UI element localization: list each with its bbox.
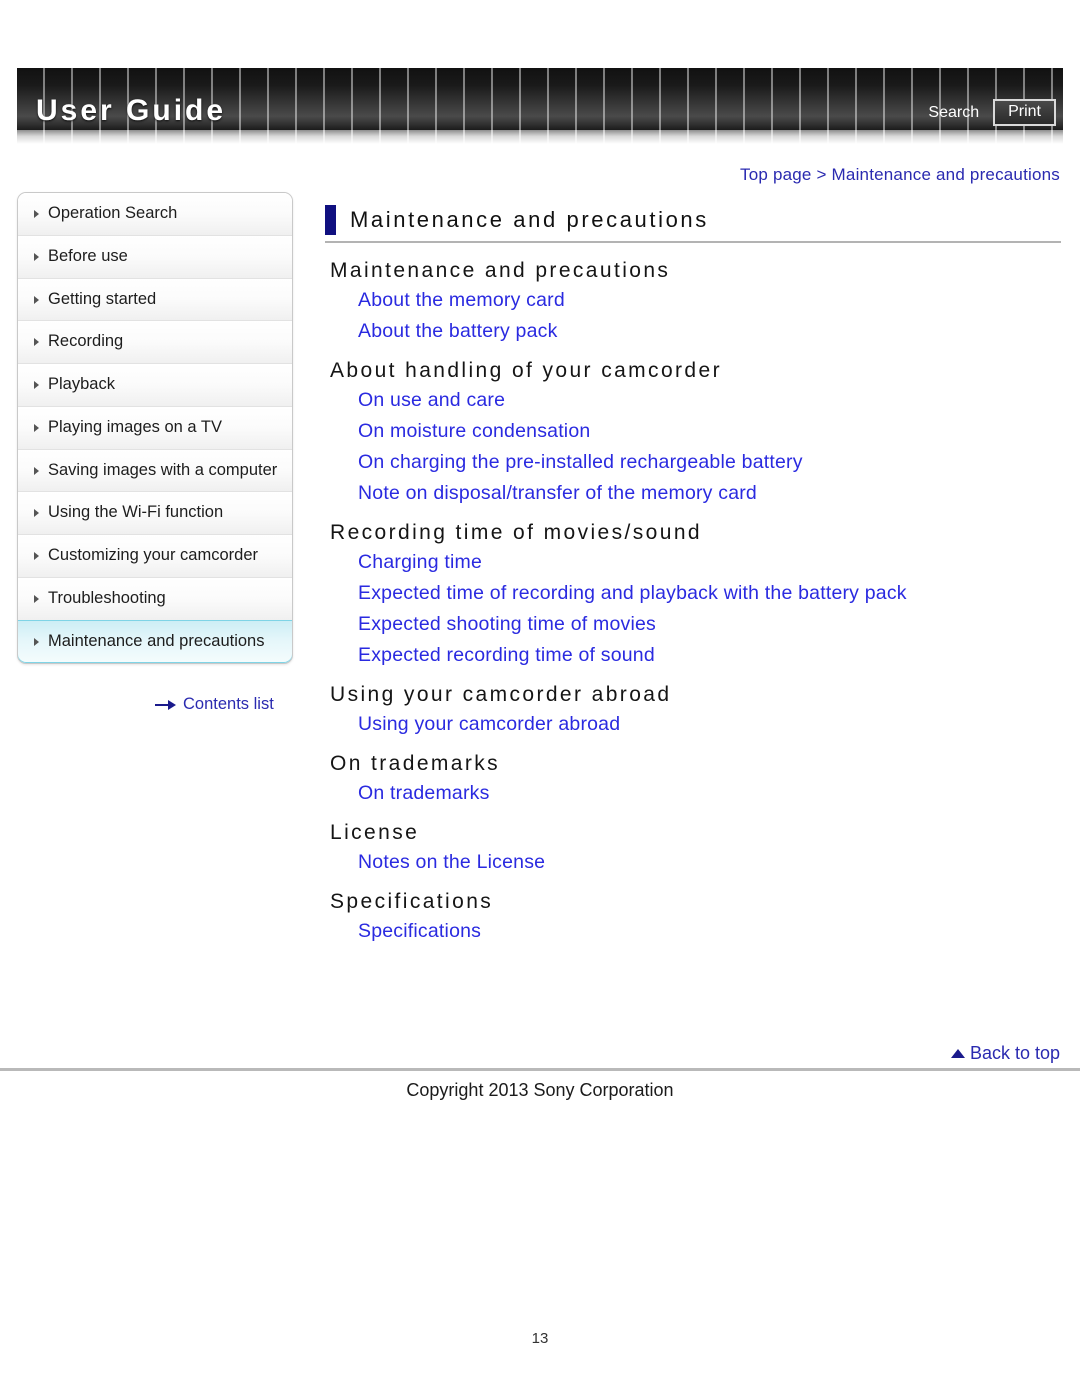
back-to-top-label: Back to top (969, 1043, 1060, 1063)
content-section: Recording time of movies/sound Charging t… (325, 521, 1061, 667)
copyright-text: Copyright 2013 Sony Corporation (406, 1080, 674, 1100)
content-section: Maintenance and precautions About the mem… (325, 259, 1061, 343)
sidebar-item-label: Playback (48, 375, 115, 394)
site-brand-title: User Guide (36, 94, 227, 127)
sidebar-item-before-use[interactable]: Before use (18, 235, 292, 279)
content-section: On trademarks On trademarks (325, 752, 1061, 805)
header-tools: Search Print (928, 99, 1056, 126)
content-section: About handling of your camcorder On use a… (325, 359, 1061, 505)
sidebar-item-label: Saving images with a computer (48, 460, 278, 479)
sidebar-item-saving-images-with-a-computer[interactable]: Saving images with a computer (18, 449, 292, 493)
section-link[interactable]: On moisture condensation (358, 420, 1061, 443)
section-heading: Recording time of movies/sound (330, 521, 702, 544)
section-link[interactable]: Note on disposal/transfer of the memory … (358, 482, 1061, 505)
section-link[interactable]: About the memory card (358, 289, 1061, 312)
content-section: License Notes on the License (325, 821, 1061, 874)
search-button[interactable]: Search (928, 104, 979, 122)
page-title: Maintenance and precautions (350, 207, 709, 232)
sidebar-item-label: Maintenance and precautions (48, 631, 265, 650)
section-link[interactable]: Using your camcorder abroad (358, 713, 1061, 736)
section-list: Maintenance and precautions About the mem… (325, 259, 1061, 943)
section-link[interactable]: About the battery pack (358, 320, 1061, 343)
contents-list-label: Contents list (183, 695, 274, 713)
title-accent-bar (325, 205, 336, 235)
sidebar-item-maintenance-and-precautions[interactable]: Maintenance and precautions (18, 619, 292, 664)
header-reflection (17, 130, 1063, 144)
sidebar-item-label: Operation Search (48, 204, 178, 222)
page-number: 13 (531, 1330, 549, 1347)
section-link[interactable]: Expected shooting time of movies (358, 613, 1061, 636)
sidebar-item-operation-search[interactable]: Operation Search (18, 193, 292, 236)
section-heading: Using your camcorder abroad (330, 683, 672, 706)
sidebar-item-customizing-your-camcorder[interactable]: Customizing your camcorder (18, 535, 292, 578)
sidebar-item-label: Recording (48, 332, 124, 351)
section-link[interactable]: Charging time (358, 551, 1061, 574)
section-heading: Specifications (330, 890, 494, 913)
breadcrumb[interactable]: Top page > Maintenance and precautions (740, 165, 1060, 185)
main-content: Maintenance and precautions Maintenance … (325, 205, 1061, 951)
sidebar-item-label: Playing images on a TV (48, 417, 222, 436)
sidebar-item-getting-started[interactable]: Getting started (18, 278, 292, 322)
page-title-row: Maintenance and precautions (325, 205, 1061, 243)
section-link[interactable]: On trademarks (358, 782, 1061, 805)
arrow-right-icon (155, 700, 177, 710)
section-link[interactable]: On charging the pre-installed rechargeab… (358, 451, 1061, 474)
section-heading: About handling of your camcorder (330, 359, 722, 382)
sidebar-item-label: Getting started (48, 289, 157, 308)
section-link[interactable]: Expected time of recording and playback … (358, 582, 1061, 605)
sidebar-item-label: Customizing your camcorder (48, 546, 258, 565)
section-link[interactable]: Expected recording time of sound (358, 644, 1061, 667)
section-heading: License (330, 821, 420, 844)
back-to-top-link[interactable]: Back to top (950, 1043, 1060, 1064)
section-heading: On trademarks (330, 752, 501, 775)
sidebar-item-label: Before use (48, 246, 128, 265)
section-link[interactable]: On use and care (358, 389, 1061, 412)
sidebar-item-troubleshooting[interactable]: Troubleshooting (18, 577, 292, 621)
sidebar-item-label: Using the Wi-Fi function (48, 503, 224, 522)
section-link[interactable]: Specifications (358, 920, 1061, 943)
print-button[interactable]: Print (993, 99, 1056, 126)
sidebar-item-playback[interactable]: Playback (18, 364, 292, 407)
sidebar-item-label: Troubleshooting (48, 588, 166, 607)
sidebar-item-using-the-wi-fi-function[interactable]: Using the Wi-Fi function (18, 492, 292, 536)
sidebar-navigation: Operation Search Before use Getting starte… (17, 192, 293, 665)
sidebar-item-playing-images-on-a-tv[interactable]: Playing images on a TV (18, 406, 292, 450)
contents-list-link[interactable]: Contents list (155, 695, 274, 714)
section-link[interactable]: Notes on the License (358, 851, 1061, 874)
triangle-up-icon (950, 1049, 965, 1058)
content-section: Using your camcorder abroad Using your ca… (325, 683, 1061, 736)
section-heading: Maintenance and precautions (330, 259, 671, 282)
content-section: Specifications Specifications (325, 890, 1061, 943)
sidebar-item-recording[interactable]: Recording (18, 321, 292, 365)
